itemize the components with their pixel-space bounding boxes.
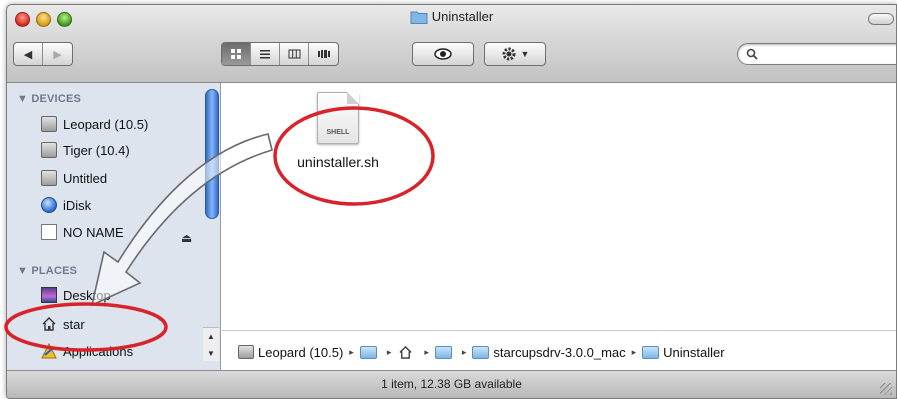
sidebar-item-label: iDisk: [63, 197, 92, 213]
path-separator-icon: ▸: [386, 346, 392, 357]
window-title: Uninstaller: [431, 9, 494, 24]
shell-script-file-icon: SHELL: [317, 92, 359, 144]
path-item-home[interactable]: [397, 345, 418, 359]
hard-drive-icon: [238, 345, 254, 359]
toolbar: Uninstaller ◀ ▶ ▼: [7, 5, 896, 83]
desktop-icon: [41, 287, 57, 303]
forward-button[interactable]: ▶: [43, 43, 72, 65]
sidebar-header-places: ▼ PLACES: [17, 265, 78, 277]
path-item-leopard[interactable]: Leopard (10.5): [238, 345, 343, 360]
folder-icon: [472, 345, 490, 359]
sidebar: ▼ DEVICES Leopard (10.5) Tiger (10.4) Un…: [7, 83, 221, 373]
path-bar: Leopard (10.5) ▸ ▸ ▸ ▸ starcupsdrv-3.0.0…: [222, 330, 896, 373]
hard-drive-icon: [41, 116, 57, 132]
path-separator-icon: ▸: [349, 346, 354, 357]
quick-look-button[interactable]: [412, 42, 474, 66]
search-field[interactable]: [737, 43, 896, 65]
sidebar-item-tiger[interactable]: Tiger (10.4): [41, 140, 130, 160]
sidebar-scrollbar-thumb[interactable]: [205, 89, 219, 219]
sidebar-item-untitled[interactable]: Untitled: [41, 168, 107, 188]
sidebar-item-label: Leopard (10.5): [63, 116, 149, 132]
sidebar-header-devices: ▼ DEVICES: [17, 93, 82, 105]
file-name-label: uninstaller.sh: [297, 154, 379, 170]
back-forward-group: ◀ ▶: [13, 42, 73, 66]
sidebar-item-label: star: [63, 316, 85, 332]
eject-icon[interactable]: ⏏: [181, 231, 192, 245]
sidebar-item-applications[interactable]: Applications: [41, 341, 133, 361]
path-item-users[interactable]: [359, 345, 381, 359]
sidebar-item-no-name[interactable]: NO NAME: [41, 222, 124, 242]
hard-drive-icon: [41, 142, 57, 158]
folder-icon: [642, 345, 660, 359]
sidebar-item-leopard[interactable]: Leopard (10.5): [41, 114, 148, 134]
path-item-downloads[interactable]: [434, 345, 456, 359]
list-view-button[interactable]: [251, 43, 280, 65]
search-input[interactable]: [762, 46, 892, 62]
path-separator-icon: ▸: [631, 346, 637, 357]
coverflow-view-icon: [317, 50, 330, 58]
path-item-label: starcupsdrv-3.0.0_mac: [493, 344, 626, 360]
action-menu-button[interactable]: ▼: [484, 42, 546, 66]
path-separator-icon: ▸: [461, 346, 467, 357]
gear-icon: [502, 47, 516, 61]
sidebar-scroll-arrows[interactable]: ▲ ▼: [203, 327, 219, 361]
finder-window: Uninstaller ◀ ▶ ▼ ▼ DEVICES Leopard (10.…: [6, 4, 897, 399]
applications-icon: [41, 343, 57, 359]
icon-view-button[interactable]: [222, 43, 251, 65]
path-item-label: Leopard (10.5): [258, 344, 344, 360]
eye-icon: [434, 48, 452, 60]
chevron-down-icon: ▼: [520, 49, 530, 59]
icon-view-icon: [231, 49, 241, 59]
list-view-icon: [260, 50, 270, 59]
search-icon: [746, 48, 758, 60]
status-bar: 1 item, 12.38 GB available: [7, 370, 896, 398]
sidebar-item-desktop[interactable]: Desktop: [41, 285, 111, 305]
coverflow-view-button[interactable]: [309, 43, 338, 65]
users-folder-icon: [359, 345, 377, 359]
folder-icon: [434, 345, 452, 359]
sidebar-item-label: Untitled: [63, 170, 108, 186]
path-separator-icon: ▸: [424, 346, 429, 357]
sidebar-item-label: NO NAME: [63, 224, 124, 240]
file-item-uninstaller-sh[interactable]: SHELL uninstaller.sh: [288, 92, 388, 170]
folder-icon: [410, 10, 428, 27]
path-item-starcupsdrv[interactable]: starcupsdrv-3.0.0_mac: [472, 344, 626, 360]
column-view-button[interactable]: [280, 43, 309, 65]
path-item-label: Uninstaller: [663, 344, 725, 360]
hard-drive-icon: [41, 170, 57, 186]
view-mode-group: [221, 42, 339, 66]
back-button[interactable]: ◀: [14, 43, 43, 65]
blank-disk-icon: [41, 224, 57, 240]
resize-grip-icon[interactable]: [880, 383, 892, 395]
path-item-uninstaller[interactable]: Uninstaller: [642, 344, 725, 360]
sidebar-item-label: Applications: [63, 343, 134, 359]
sidebar-item-label: Tiger (10.4): [63, 142, 130, 158]
sidebar-item-star[interactable]: star: [41, 314, 85, 334]
idisk-icon: [41, 197, 57, 213]
home-icon: [42, 317, 56, 331]
toolbar-toggle-button[interactable]: [868, 13, 894, 25]
window-title-bar: Uninstaller: [7, 9, 896, 27]
sidebar-item-label: Desktop: [63, 287, 111, 303]
file-type-badge: SHELL: [326, 129, 350, 136]
status-text: 1 item, 12.38 GB available: [381, 377, 522, 391]
sidebar-item-idisk[interactable]: iDisk: [41, 195, 91, 215]
column-view-icon: [288, 49, 300, 59]
home-icon: [399, 345, 412, 359]
